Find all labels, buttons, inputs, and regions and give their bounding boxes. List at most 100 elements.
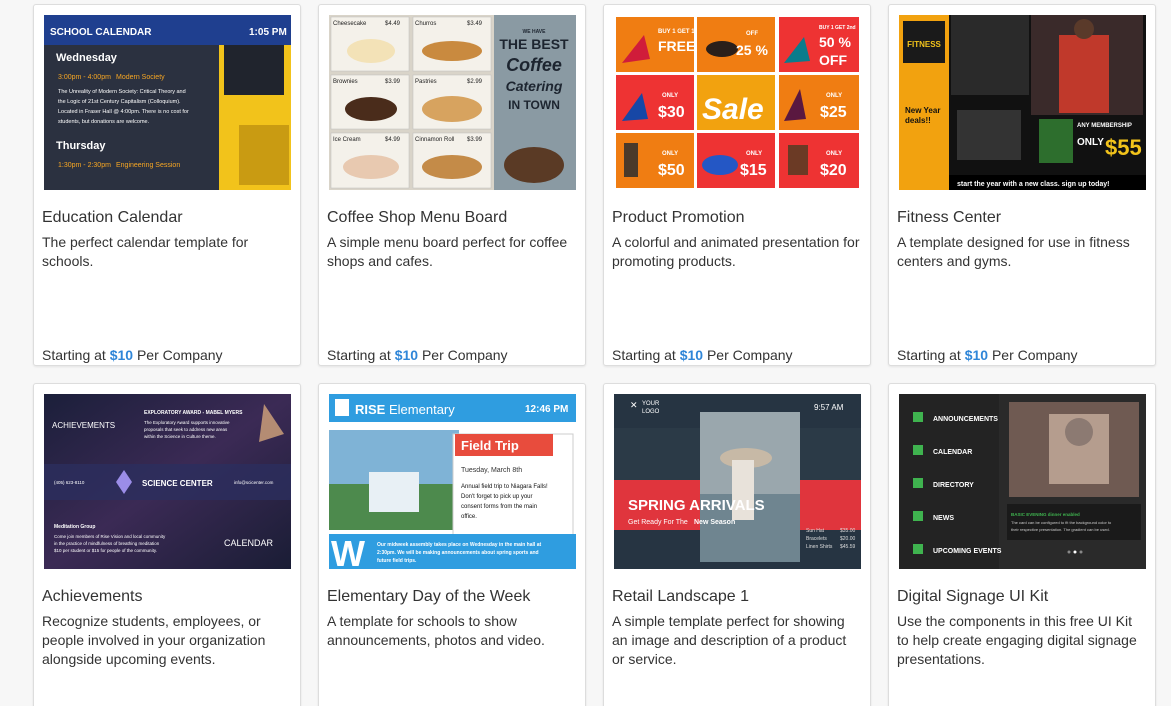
svg-text:W: W	[331, 533, 365, 569]
elementary-brand-light: Elementary	[389, 402, 455, 417]
thumb-time: 1:05 PM	[249, 27, 287, 38]
fitness-price: $55	[1105, 135, 1142, 160]
template-title[interactable]: Education Calendar	[42, 209, 183, 227]
template-card-product-promotion[interactable]: BUY 1 GET 1 FREE OFF 25 % BUY 1 GET 2nd …	[603, 4, 871, 366]
template-title[interactable]: Retail Landscape 1	[612, 588, 749, 606]
template-description: Use the components in this free UI Kit t…	[897, 613, 1137, 667]
product-promotion-thumbnail[interactable]: BUY 1 GET 1 FREE OFF 25 % BUY 1 GET 2nd …	[614, 15, 861, 190]
svg-text:office.: office.	[461, 514, 477, 520]
template-title[interactable]: Product Promotion	[612, 209, 745, 227]
coffee-shop-thumbnail[interactable]: Cheesecake $4.49 Churros $3.49 Brownies …	[329, 15, 576, 190]
template-card-education-calendar[interactable]: SCHOOL CALENDAR 1:05 PM Wednesday 3:00pm…	[33, 4, 301, 366]
menu-item-price: $3.99	[467, 137, 483, 143]
thumb-day2: Thursday	[56, 140, 106, 152]
fitness-logo: FITNESS	[907, 40, 941, 49]
price-suffix: Per Company	[136, 347, 223, 363]
menu-item-price: $3.49	[467, 21, 483, 27]
ui-kit-thumbnail[interactable]: ANNOUNCEMENTS CALENDAR DIRECTORY NEWS UP…	[899, 394, 1146, 569]
template-card-coffee-shop[interactable]: Cheesecake $4.49 Churros $3.49 Brownies …	[318, 4, 586, 366]
ui-kit-menu-item: ANNOUNCEMENTS	[933, 416, 998, 423]
menu-item-name: Brownies	[333, 79, 358, 85]
tagline-line2: Coffee	[506, 55, 562, 75]
achievements-email: info@scicenter.com	[234, 480, 274, 485]
svg-text:$25: $25	[820, 104, 847, 121]
svg-text:Come join members of Rise Visi: Come join members of Rise Vision and loc…	[54, 534, 166, 539]
elementary-thumbnail[interactable]: RISE Elementary 12:46 PM Field Trip Tues…	[329, 394, 576, 569]
ui-kit-menu-item: CALENDAR	[933, 449, 972, 456]
svg-text:✕: ✕	[630, 400, 638, 410]
price-suffix: Per Company	[421, 347, 508, 363]
retail-time: 9:57 AM	[814, 403, 844, 412]
retail-price-name: Bracelets	[806, 536, 827, 542]
elementary-time: 12:46 PM	[525, 404, 568, 415]
achievements-thumbnail[interactable]: ACHIEVEMENTS EXPLORATORY AWARD - MABEL M…	[44, 394, 291, 569]
template-title[interactable]: Elementary Day of the Week	[327, 588, 530, 606]
template-price: Starting at $10 Per Company	[897, 347, 1078, 363]
price-amount: $10	[964, 347, 989, 363]
fitness-only: ONLY	[1077, 137, 1104, 148]
price-amount: $10	[679, 347, 704, 363]
svg-text:students, but donations are we: students, but donations are welcome.	[58, 119, 150, 125]
svg-text:$50: $50	[658, 162, 685, 179]
template-card-ui-kit[interactable]: ANNOUNCEMENTS CALENDAR DIRECTORY NEWS UP…	[888, 383, 1156, 706]
svg-text:in the practice of mindfulness: in the practice of mindfulness of breath…	[54, 541, 160, 546]
education-calendar-thumbnail[interactable]: SCHOOL CALENDAR 1:05 PM Wednesday 3:00pm…	[44, 15, 291, 190]
svg-text:within the Science in Culture: within the Science in Culture theme.	[144, 434, 216, 439]
svg-text:$30: $30	[658, 104, 685, 121]
thumb-day1-time: 3:00pm - 4:00pm	[58, 74, 111, 81]
retail-landscape-thumbnail[interactable]: ✕ YOUR LOGO 9:57 AM SPRING ARRIVALS Get …	[614, 394, 861, 569]
template-title[interactable]: Fitness Center	[897, 209, 1001, 227]
ui-kit-menu-item: NEWS	[933, 515, 954, 522]
svg-text:2:30pm. We will be making anno: 2:30pm. We will be making announcements …	[377, 550, 539, 556]
thumb-header: SCHOOL CALENDAR	[50, 27, 152, 38]
svg-text:$15: $15	[740, 162, 767, 179]
achievements-award: EXPLORATORY AWARD - MABEL MYERS	[144, 410, 243, 416]
svg-text:the Logic of 21st Century Capi: the Logic of 21st Century Capitalism (Co…	[58, 99, 181, 105]
fitness-center-thumbnail[interactable]: FITNESS New Year deals!! ANY MEMBERSHIP …	[899, 15, 1146, 190]
sale-headline: Sale	[702, 93, 764, 126]
retail-sub2: New Season	[694, 519, 735, 526]
retail-price-name: Sun Hat	[806, 528, 825, 534]
template-gallery: SCHOOL CALENDAR 1:05 PM Wednesday 3:00pm…	[0, 0, 1171, 706]
achievements-phone: (405) 623-8110	[54, 480, 85, 485]
template-description: A template for schools to show announcem…	[327, 613, 545, 648]
menu-item-price: $4.49	[385, 21, 401, 27]
template-card-elementary[interactable]: RISE Elementary 12:46 PM Field Trip Tues…	[318, 383, 586, 706]
template-title[interactable]: Digital Signage UI Kit	[897, 588, 1048, 606]
svg-text:Located in Fraser Hall @ 4:00p: Located in Fraser Hall @ 4:00pm. There i…	[58, 109, 189, 115]
price-prefix: Starting at	[897, 347, 961, 363]
tagline-line4: IN TOWN	[508, 98, 560, 112]
svg-text:future field trips.: future field trips.	[377, 558, 417, 564]
thumb-day1-event: Modern Society	[116, 74, 165, 81]
svg-text:The card can be configured to: The card can be configured to fit the ba…	[1011, 520, 1112, 525]
achievements-center: SCIENCE CENTER	[142, 479, 213, 488]
tagline-line3: Catering	[506, 78, 563, 94]
retail-price-value: $45.59	[840, 544, 856, 550]
fitness-footer: start the year with a new class. sign up…	[957, 181, 1110, 188]
svg-text:25 %: 25 %	[736, 42, 768, 58]
price-prefix: Starting at	[42, 347, 106, 363]
template-card-fitness-center[interactable]: FITNESS New Year deals!! ANY MEMBERSHIP …	[888, 4, 1156, 366]
svg-text:deals!!: deals!!	[905, 116, 931, 125]
price-amount: $10	[394, 347, 419, 363]
template-title[interactable]: Achievements	[42, 588, 143, 606]
template-title[interactable]: Coffee Shop Menu Board	[327, 209, 507, 227]
tagline-small: WE HAVE	[523, 29, 547, 35]
price-amount: $10	[109, 347, 134, 363]
template-card-achievements[interactable]: ACHIEVEMENTS EXPLORATORY AWARD - MABEL M…	[33, 383, 301, 706]
svg-text:Our midweek assembly takes pla: Our midweek assembly takes place on Wedn…	[377, 542, 541, 548]
template-card-retail-landscape[interactable]: ✕ YOUR LOGO 9:57 AM SPRING ARRIVALS Get …	[603, 383, 871, 706]
price-suffix: Per Company	[706, 347, 793, 363]
retail-sub1: Get Ready For The	[628, 519, 688, 526]
retail-price-value: $20.00	[840, 536, 856, 542]
svg-text:ONLY: ONLY	[826, 151, 842, 157]
ui-kit-menu-item: DIRECTORY	[933, 482, 974, 489]
template-description: A colorful and animated presentation for…	[612, 234, 860, 269]
thumb-day2-time: 1:30pm - 2:30pm	[58, 162, 111, 169]
svg-text:ONLY: ONLY	[662, 93, 678, 99]
fitness-membership: ANY MEMBERSHIP	[1077, 123, 1132, 129]
elementary-date: Tuesday, March 8th	[461, 467, 522, 474]
svg-text:New Year: New Year	[905, 106, 940, 115]
menu-item-price: $2.99	[467, 79, 483, 85]
svg-text:ONLY: ONLY	[662, 151, 678, 157]
